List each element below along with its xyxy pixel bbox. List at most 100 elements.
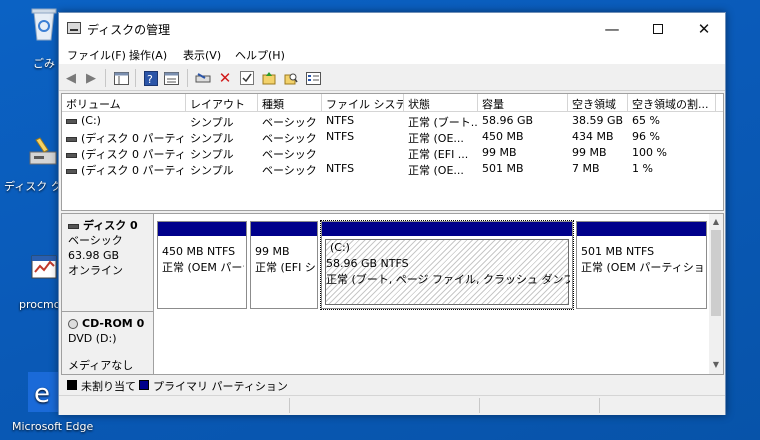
volume-status: 正常 (ブート...: [408, 116, 478, 129]
help-button[interactable]: ?: [143, 70, 159, 86]
disk-management-icon: [67, 22, 81, 34]
status-divider: [479, 398, 480, 413]
cdrom-0-label[interactable]: CD-ROM 0 DVD (D:) メディアなし: [62, 312, 154, 374]
column-header-volume[interactable]: ボリューム: [62, 94, 186, 112]
scroll-up-icon[interactable]: ▲: [709, 217, 723, 226]
scroll-down-icon[interactable]: ▼: [709, 360, 723, 369]
delete-button[interactable]: ✕: [217, 69, 233, 87]
column-header-type[interactable]: 種類: [258, 94, 322, 112]
window-title: ディスクの管理: [87, 23, 171, 37]
volume-percent-free: 1 %: [632, 162, 653, 175]
partition-oem-501mb[interactable]: 501 MB NTFS 正常 (OEM パーティション): [576, 221, 707, 309]
menu-help[interactable]: ヘルプ(H): [235, 47, 285, 63]
volume-layout: シンプル: [190, 148, 234, 161]
partition-status: 正常 (OEM パーティション): [581, 261, 704, 274]
volume-free-space: 38.59 GB: [572, 114, 624, 127]
up-folder-button[interactable]: [261, 70, 277, 86]
volume-capacity: 99 MB: [482, 146, 517, 159]
menu-action[interactable]: 操作(A): [129, 47, 167, 63]
drive-icon: [66, 136, 77, 142]
volume-row[interactable]: (ディスク 0 パーティシ... シンプル ベーシック NTFS 正常 (OE.…: [62, 129, 723, 145]
menu-file[interactable]: ファイル(F): [67, 47, 126, 63]
drive-icon: [66, 152, 77, 158]
title-bar[interactable]: ディスクの管理 — ✕: [59, 13, 725, 44]
volume-layout: シンプル: [190, 132, 234, 145]
volume-name: (ディスク 0 パーティシ...: [81, 164, 186, 177]
partition-c-drive[interactable]: (C:) 58.96 GB NTFS 正常 (ブート, ページ ファイル, クラ…: [320, 220, 574, 310]
partition-size: 501 MB NTFS: [581, 245, 655, 258]
recycle-bin-icon: [31, 8, 57, 41]
volume-filesystem: NTFS: [326, 162, 355, 175]
legend-primary-partition: プライマリ パーティション: [153, 380, 288, 393]
column-header-status[interactable]: 状態: [404, 94, 478, 112]
volume-free-space: 7 MB: [572, 162, 600, 175]
volume-status: 正常 (OE...: [408, 164, 464, 177]
volume-capacity: 501 MB: [482, 162, 524, 175]
column-header-layout[interactable]: レイアウト: [186, 94, 258, 112]
volume-type: ベーシック: [262, 116, 317, 129]
partition-oem-450mb[interactable]: 450 MB NTFS 正常 (OEM パーテ: [157, 221, 247, 309]
volume-status: 正常 (EFI ...: [408, 148, 469, 161]
volume-row[interactable]: (C:) シンプル ベーシック NTFS 正常 (ブート... 58.96 GB…: [62, 113, 723, 129]
close-button[interactable]: ✕: [681, 13, 727, 44]
maximize-icon: [653, 23, 663, 34]
properties-button[interactable]: [163, 70, 179, 86]
partition-efi-99mb[interactable]: 99 MB 正常 (EFI シ: [250, 221, 318, 309]
back-button[interactable]: ◀: [63, 70, 79, 86]
toolbar-separator: [135, 69, 136, 87]
disk-size: 63.98 GB: [68, 249, 120, 262]
column-header-free-space[interactable]: 空き領域: [568, 94, 628, 112]
drive-icon: [195, 73, 211, 83]
disk-type: ベーシック: [68, 234, 123, 247]
edge-icon: e: [28, 372, 58, 412]
column-header-capacity[interactable]: 容量: [478, 94, 568, 112]
primary-partition-bar: [251, 222, 317, 236]
disk-0-label[interactable]: ディスク 0 ベーシック 63.98 GB オンライン: [62, 214, 154, 312]
scroll-thumb[interactable]: [711, 230, 721, 316]
desktop-icon-disk-cleanup[interactable]: ディスク クリ: [0, 130, 73, 200]
partition-status: 正常 (ブート, ページ ファイル, クラッシュ ダンプ, プライマリ: [326, 273, 570, 286]
volume-percent-free: 100 %: [632, 146, 667, 159]
search-button[interactable]: [283, 70, 299, 86]
volume-filesystem: NTFS: [326, 114, 355, 127]
cd-rom-icon: [68, 319, 78, 329]
check-button[interactable]: [239, 70, 255, 86]
menu-view[interactable]: 表示(V): [183, 47, 221, 63]
drive-icon: [66, 118, 77, 124]
desktop-icon-recycle-bin[interactable]: ごみ: [0, 0, 58, 70]
primary-partition-bar: [158, 222, 246, 236]
disk-status: オンライン: [68, 264, 123, 277]
partition-size: 58.96 GB NTFS: [326, 257, 409, 270]
volume-name: (ディスク 0 パーティシ...: [81, 132, 186, 145]
desktop-icon-label: ごみ: [33, 57, 55, 70]
show-hide-tree-button[interactable]: [113, 70, 129, 86]
volume-status: 正常 (OE...: [408, 132, 464, 145]
forward-button[interactable]: ▶: [83, 70, 99, 86]
volume-row[interactable]: (ディスク 0 パーティシ... シンプル ベーシック 正常 (EFI ... …: [62, 145, 723, 161]
column-header-filesystem[interactable]: ファイル システム: [322, 94, 404, 112]
connect-drive-button[interactable]: [195, 70, 211, 86]
volume-type: ベーシック: [262, 164, 317, 177]
primary-partition-bar: [577, 222, 706, 236]
maximize-button[interactable]: [635, 13, 681, 44]
volume-free-space: 434 MB: [572, 130, 614, 143]
partition-status: 正常 (EFI シ: [255, 261, 315, 274]
cdrom-name: CD-ROM 0: [82, 317, 145, 330]
disk-management-window: ディスクの管理 — ✕ ファイル(F) 操作(A) 表示(V) ヘルプ(H) ◀…: [58, 12, 726, 415]
desktop-icon-label: procmo: [19, 298, 61, 311]
volume-free-space: 99 MB: [572, 146, 607, 159]
graphical-view-scrollbar[interactable]: ▲ ▼: [709, 214, 723, 374]
minimize-button[interactable]: —: [589, 13, 635, 44]
partition-letter: (C:): [330, 241, 350, 254]
volume-percent-free: 96 %: [632, 130, 660, 143]
volume-type: ベーシック: [262, 148, 317, 161]
volume-row[interactable]: (ディスク 0 パーティシ... シンプル ベーシック NTFS 正常 (OE.…: [62, 161, 723, 177]
search-folder-icon: [284, 73, 298, 85]
cdrom-status: メディアなし: [68, 359, 134, 372]
volume-type: ベーシック: [262, 132, 317, 145]
disk-cleanup-icon: [29, 137, 57, 165]
svg-text:e: e: [34, 379, 50, 409]
view-button[interactable]: [305, 70, 321, 86]
column-header-percent-free[interactable]: 空き領域の割...: [628, 94, 716, 112]
desktop-icon-procmon[interactable]: procmo: [0, 250, 61, 320]
